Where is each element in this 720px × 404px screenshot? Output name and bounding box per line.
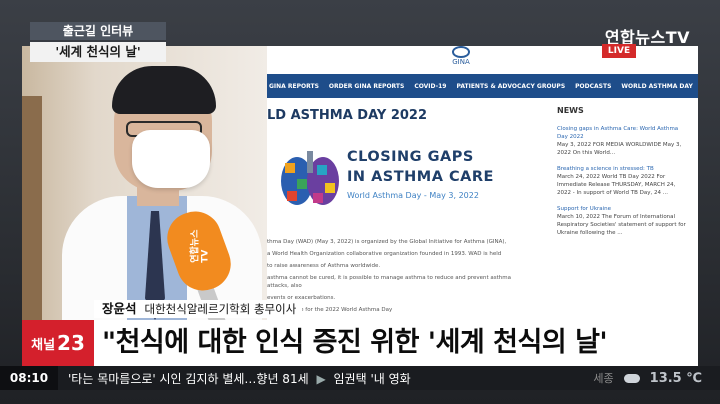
banner-line-3: World Asthma Day - May 3, 2022 xyxy=(347,191,479,200)
ticker-separator: ▶ xyxy=(316,371,326,386)
website-nav-item: WORLD ASTHMA DAY xyxy=(621,82,693,90)
program-title: 출근길 인터뷰 xyxy=(30,22,166,40)
website-screenshot: GINA GINA REPORTS ORDER GINA REPORTS COVID… xyxy=(267,46,698,320)
ticker-item: 임권택 '내 영화 xyxy=(333,371,411,386)
mic-label: 연합뉴스TV xyxy=(190,229,211,263)
speaker-name: 장윤석 xyxy=(94,300,145,318)
website-title: LD ASTHMA DAY 2022 xyxy=(267,108,428,123)
website-nav-item: ORDER GINA REPORTS xyxy=(328,82,405,90)
door xyxy=(22,96,42,320)
program-tag: 출근길 인터뷰 '세계 천식의 날' xyxy=(30,22,166,62)
interview-scene: 연합뉴스TV xyxy=(22,46,267,320)
hair xyxy=(112,66,216,114)
website-nav-item: PODCASTS xyxy=(575,82,612,90)
weather-widget: 세종 13.5 ℃ xyxy=(550,366,720,390)
weather-temp: 13.5 ℃ xyxy=(649,370,702,386)
cloud-icon xyxy=(623,372,640,384)
puzzle-lungs-icon xyxy=(281,151,339,205)
banner-line-1: CLOSING GAPS xyxy=(347,149,474,165)
channel-label: 채널 xyxy=(31,337,56,353)
channel-number: 23 xyxy=(57,331,85,355)
live-badge: LIVE xyxy=(602,44,636,58)
news-heading: NEWS xyxy=(557,106,584,115)
website-nav-item: PATIENTS & ADVOCACY GROUPS xyxy=(456,82,566,90)
news-sidebar: NEWS Closing gaps in Asthma Care: World … xyxy=(557,106,687,245)
gina-logo: GINA xyxy=(443,46,479,66)
program-subtitle: '세계 천식의 날' xyxy=(30,42,166,62)
channel-badge: 채널 23 xyxy=(22,320,94,366)
headline-text: "천식에 대한 인식 증진 위한 '세계 천식의 날' xyxy=(102,327,608,358)
news-item: Closing gaps in Asthma Care: World Asthm… xyxy=(557,126,682,156)
face-mask xyxy=(132,130,210,188)
clock: 08:10 xyxy=(0,366,58,390)
news-item: Breathing a science in stressed: TB Marc… xyxy=(557,166,676,196)
broadcast-frame: 연합뉴스TV GINA GINA REPORTS ORDER GINA REPOR… xyxy=(0,0,720,404)
campaign-banner: CLOSING GAPS IN ASTHMA CARE World Asthma… xyxy=(277,141,512,221)
website-nav-item: COVID-19 xyxy=(414,82,447,90)
ticker-item: '타는 목마름으로' 시인 김지하 별세…향년 81세 xyxy=(68,371,309,386)
website-body: thma Day (WAD) (May 3, 2022) is organize… xyxy=(267,239,511,313)
weather-city: 세종 xyxy=(593,372,614,385)
news-ticker: 08:10 '타는 목마름으로' 시인 김지하 별세…향년 81세 ▶ 임권택 … xyxy=(0,366,720,390)
speaker-org: 대한천식알레르기학회 총무이사 xyxy=(144,300,303,318)
website-nav: GINA REPORTS ORDER GINA REPORTS COVID-19 PA… xyxy=(267,74,698,98)
video-area: 연합뉴스TV GINA GINA REPORTS ORDER GINA REPOR… xyxy=(22,46,698,320)
headline-bar: 채널 23 "천식에 대한 인식 증진 위한 '세계 천식의 날' xyxy=(22,320,698,366)
website-nav-item: GINA REPORTS xyxy=(269,82,319,90)
banner-line-2: IN ASTHMA CARE xyxy=(347,169,494,185)
news-item: Support for Ukraine March 10, 2022 The F… xyxy=(557,206,686,236)
ticker-text: '타는 목마름으로' 시인 김지하 별세…향년 81세 ▶ 임권택 '내 영화 xyxy=(58,370,550,387)
speaker-caption: 장윤석 대한천식알레르기학회 총무이사 xyxy=(94,300,303,318)
